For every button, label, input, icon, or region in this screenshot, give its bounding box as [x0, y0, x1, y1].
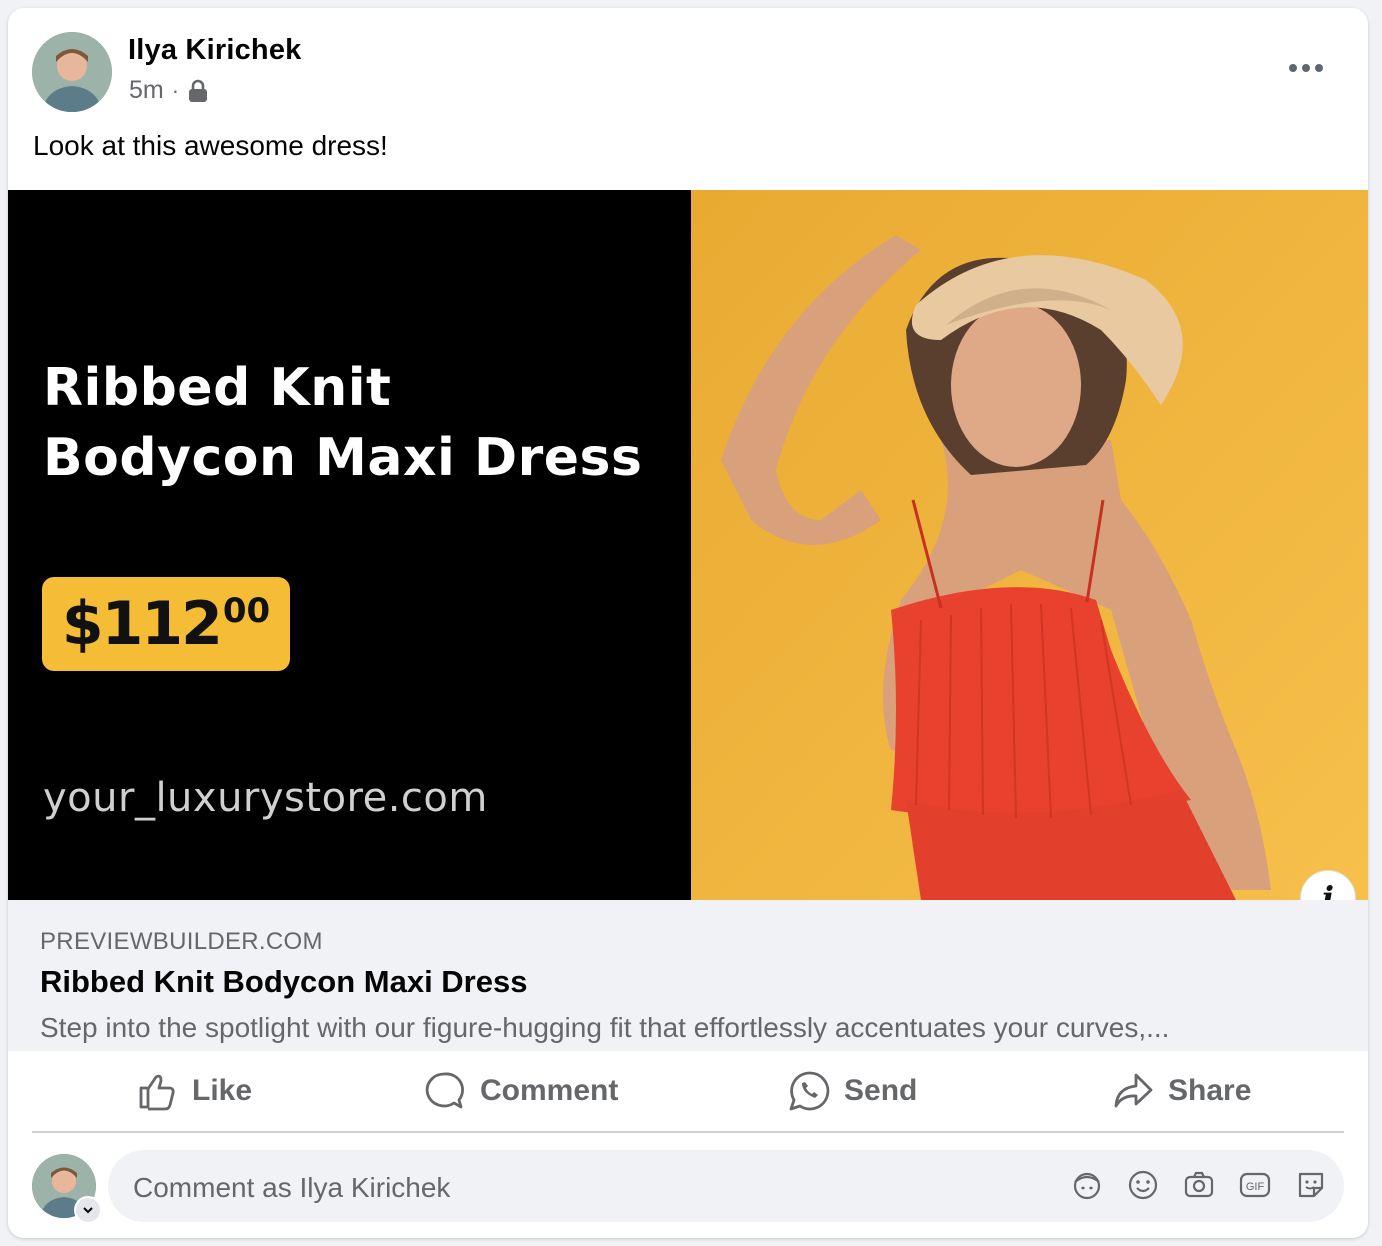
- lock-icon[interactable]: [187, 79, 209, 103]
- post-card: Ilya Kirichek 5m · Look at this awesome …: [8, 8, 1368, 1238]
- comment-button[interactable]: Comment: [424, 1065, 618, 1117]
- like-button[interactable]: Like: [136, 1065, 252, 1117]
- ad-image-title: Ribbed Knit Bodycon Maxi Dress: [43, 358, 643, 488]
- gif-icon[interactable]: GIF: [1238, 1168, 1272, 1202]
- whatsapp-icon: [788, 1070, 830, 1112]
- thumbs-up-icon: [136, 1070, 178, 1112]
- sticker-icon[interactable]: [1294, 1168, 1328, 1202]
- action-bar: Like Comment Send Share: [32, 1053, 1344, 1133]
- share-label: Share: [1168, 1074, 1252, 1107]
- ad-image-text-panel: Ribbed Knit Bodycon Maxi Dress $112 00 y…: [8, 190, 691, 900]
- price-cents: 00: [222, 591, 271, 631]
- camera-icon[interactable]: [1182, 1168, 1216, 1202]
- send-button[interactable]: Send: [788, 1065, 917, 1117]
- comment-label: Comment: [480, 1074, 619, 1107]
- dot-icon: [1302, 64, 1310, 72]
- speech-bubble-icon: [424, 1070, 466, 1112]
- comment-placeholder: Comment as Ilya Kirichek: [133, 1172, 451, 1203]
- svg-text:GIF: GIF: [1246, 1181, 1265, 1193]
- ad-image-domain: your_luxurystore.com: [43, 775, 488, 821]
- like-label: Like: [192, 1074, 253, 1107]
- share-arrow-icon: [1112, 1070, 1154, 1112]
- author-avatar[interactable]: [32, 32, 112, 112]
- link-preview[interactable]: PREVIEWBUILDER.COM Ribbed Knit Bodycon M…: [8, 900, 1368, 1051]
- chevron-down-icon[interactable]: [74, 1196, 102, 1224]
- post-timestamp[interactable]: 5m: [129, 76, 164, 105]
- send-label: Send: [844, 1074, 918, 1107]
- dot-icon: [1315, 64, 1323, 72]
- more-options-button[interactable]: [1284, 54, 1328, 82]
- link-domain: PREVIEWBUILDER.COM: [40, 928, 323, 955]
- comment-input[interactable]: Comment as Ilya Kirichek GIF: [108, 1150, 1344, 1222]
- dot-icon: [1289, 64, 1297, 72]
- meta-separator: ·: [171, 77, 180, 103]
- post-text: Look at this awesome dress!: [33, 130, 388, 161]
- price-badge: $112 00: [42, 577, 290, 671]
- author-name[interactable]: Ilya Kirichek: [128, 34, 301, 67]
- share-button[interactable]: Share: [1112, 1065, 1251, 1117]
- avatar-sticker-icon[interactable]: [1070, 1168, 1104, 1202]
- post-meta: 5m ·: [129, 76, 209, 105]
- ad-image[interactable]: Ribbed Knit Bodycon Maxi Dress $112 00 y…: [8, 190, 1368, 900]
- link-description: Step into the spotlight with our figure-…: [40, 1012, 1170, 1043]
- model-photo: [691, 190, 1368, 900]
- emoji-icon[interactable]: [1126, 1168, 1160, 1202]
- comment-tools: GIF: [1070, 1168, 1328, 1202]
- link-title: Ribbed Knit Bodycon Maxi Dress: [40, 964, 528, 999]
- price-main: $112: [61, 589, 223, 659]
